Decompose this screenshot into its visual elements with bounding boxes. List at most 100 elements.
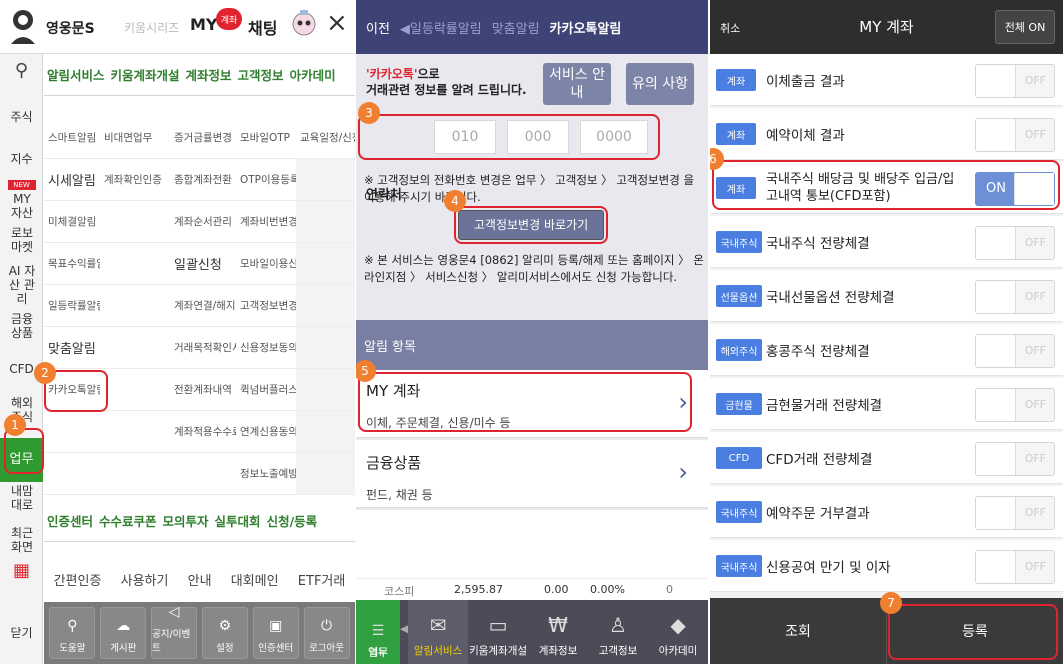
etf-trade[interactable]: ETF거래 xyxy=(298,570,346,589)
list-item-finance[interactable]: 금융상품 펀드, 채권 등 › xyxy=(356,440,708,508)
sidebar-item-ai[interactable]: AI 자산 관리 xyxy=(7,264,37,306)
topnav-chat[interactable]: 채팅 xyxy=(248,15,277,39)
grid-cell[interactable]: 계좌비번변경 xyxy=(236,201,296,243)
alarm-toggle[interactable]: OFF xyxy=(975,280,1055,314)
grid-cell[interactable]: 목표수익률알림 xyxy=(44,243,100,285)
nav-academy[interactable]: ◆ 아카데미 xyxy=(648,600,708,664)
grid-cell xyxy=(100,411,170,453)
toggle-knob xyxy=(976,443,1016,475)
grid-cell[interactable]: 맞춤알림 xyxy=(44,327,100,369)
alarm-toggle[interactable]: OFF xyxy=(975,550,1055,584)
sidebar-item-recent[interactable]: 최근 화면 xyxy=(7,526,37,554)
service-guide-button[interactable]: 서비스 안내 xyxy=(543,63,611,105)
grid-cell[interactable]: 거래목적확인서 xyxy=(170,327,236,369)
alarm-toggle[interactable]: OFF xyxy=(975,496,1055,530)
back-button[interactable]: 이전 xyxy=(366,18,390,37)
search-icon[interactable]: ⚲ xyxy=(0,62,43,80)
nav-account-info[interactable]: ₩ 계좌정보 xyxy=(528,600,588,664)
grid-icon[interactable]: ▦ xyxy=(0,562,43,580)
alarm-label: 이체출금 결과 xyxy=(766,74,845,90)
speaker-icon: ◁ xyxy=(168,604,180,620)
sidebar-item-close[interactable]: 닫기 xyxy=(0,626,43,640)
nav-customer-info[interactable]: ♙ 고객정보 xyxy=(588,600,648,664)
guide[interactable]: 안내 xyxy=(188,570,212,589)
grid-cell[interactable]: 계좌순서관리 xyxy=(170,201,236,243)
alarm-toggle[interactable]: OFF xyxy=(975,118,1055,152)
grid-cell[interactable]: 계좌확인인증 xyxy=(100,159,170,201)
grid-cell[interactable]: 모바일이용신청 xyxy=(236,243,296,285)
alarm-toggle[interactable]: OFF xyxy=(975,64,1055,98)
all-on-button[interactable]: 전체 ON xyxy=(995,10,1055,44)
nav-account-open[interactable]: ▭ 키움계좌개설 xyxy=(468,600,528,664)
tab-alarm[interactable]: 알림서비스 xyxy=(44,65,108,84)
grid-cell[interactable]: 연계신용동의 xyxy=(236,411,296,453)
nav-alarm[interactable]: ✉ 알림서비스 xyxy=(408,600,469,664)
sidebar-item-custom[interactable]: 내맘 대로 xyxy=(7,484,37,512)
toggle-state: OFF xyxy=(1024,128,1046,141)
tab-mock[interactable]: 모의투자 xyxy=(160,511,212,530)
grid-cell[interactable]: 교육일정/신청 xyxy=(296,117,355,159)
alarm-row: 국내주식 예약주문 거부결과 OFF xyxy=(710,486,1063,538)
tab-apply[interactable]: 신청/등록 xyxy=(264,511,321,530)
alarm-row: 금현물 금현물거래 전량체결 OFF xyxy=(710,378,1063,430)
grid-cell[interactable]: 비대면업무 xyxy=(100,117,170,159)
grid-cell[interactable]: 스마트알림 xyxy=(44,117,100,159)
contest-main[interactable]: 대회메인 xyxy=(231,570,279,589)
grid-cell[interactable]: 일등락률알림 xyxy=(44,285,100,327)
tab-academy[interactable]: 아카데미 xyxy=(287,65,339,84)
grid-cell[interactable]: 시세알림 xyxy=(44,159,100,201)
board-button[interactable]: ☁ 게시판 xyxy=(100,607,147,659)
how-to-use[interactable]: 사용하기 xyxy=(121,570,169,589)
tab-kakao-alarm[interactable]: 카카오톡알림 xyxy=(550,18,622,37)
tab-coupon[interactable]: 수수료쿠폰 xyxy=(96,511,160,530)
sidebar-item-finance[interactable]: 금융 상품 xyxy=(7,312,37,340)
category-badge: 국내주식 xyxy=(716,501,762,523)
notice-button[interactable]: ◁ 공지/이벤트 xyxy=(151,604,198,659)
grid-cell[interactable]: 계좌적용수수료 xyxy=(170,411,236,453)
tab-cert[interactable]: 인증센터 xyxy=(44,511,96,530)
grid-cell[interactable]: 퀵넘버플러스 xyxy=(236,369,296,411)
grid-cell[interactable]: 일괄신청 xyxy=(170,243,236,285)
ticker-value: 2,595.87 xyxy=(454,583,503,596)
category-badge: CFD xyxy=(716,447,762,469)
grid-cell[interactable]: 고객정보변경 xyxy=(236,285,296,327)
grid-cell[interactable]: 증거금률변경 xyxy=(170,117,236,159)
grid-cell[interactable]: 전환계좌내역 xyxy=(170,369,236,411)
work-label: 업무 xyxy=(368,646,389,659)
grid-cell[interactable]: OTP이용등록 xyxy=(236,159,296,201)
nav-prev-icon[interactable]: ◀ xyxy=(400,600,408,664)
alarm-toggle[interactable]: OFF xyxy=(975,388,1055,422)
easy-cert[interactable]: 간편인증 xyxy=(54,570,102,589)
alarm-toggle[interactable]: OFF xyxy=(975,442,1055,476)
app-name[interactable]: 영웅문S xyxy=(46,18,95,38)
topnav-series[interactable]: 키움시리즈 xyxy=(124,19,179,36)
tab-custom-alarm[interactable]: 맞춤알림 xyxy=(492,18,540,37)
tab-customer-info[interactable]: 고객정보 xyxy=(235,65,287,84)
tab-account-info[interactable]: 계좌정보 xyxy=(183,65,235,84)
sidebar-item-my-asset[interactable]: MY 자산 xyxy=(7,192,37,220)
topnav-my[interactable]: MY xyxy=(190,15,218,34)
cert-center-button[interactable]: ▣ 인증센터 xyxy=(252,607,299,659)
sidebar-item-index[interactable]: 지수 xyxy=(0,152,43,166)
grid-cell[interactable]: 신용정보동의서 xyxy=(236,327,296,369)
sidebar-item-stock[interactable]: 주식 xyxy=(0,110,43,124)
alarm-label: 홍콩주식 전량체결 xyxy=(766,344,870,360)
alarm-toggle[interactable]: OFF xyxy=(975,226,1055,260)
grid-cell[interactable]: 정보노출예방 xyxy=(236,453,296,495)
grid-cell[interactable]: 종합계좌전환 xyxy=(170,159,236,201)
grid-cell[interactable]: 계좌연결/해지 xyxy=(170,285,236,327)
lookup-button[interactable]: 조회 xyxy=(710,598,887,664)
grid-cell[interactable]: 모바일OTP xyxy=(236,117,296,159)
logout-button[interactable]: ⏻ 로그아웃 xyxy=(303,607,350,659)
grid-cell[interactable]: 미체결알림 xyxy=(44,201,100,243)
help-button[interactable]: ⚲ 도움말 xyxy=(49,607,96,659)
sidebar-item-robo[interactable]: 로보 마켓 xyxy=(7,226,37,254)
close-icon[interactable]: × xyxy=(326,8,348,38)
tab-daily-rate[interactable]: ◀일등락률알림 xyxy=(400,18,482,37)
notice-button[interactable]: 유의 사항 xyxy=(626,63,694,105)
tab-contest[interactable]: 실투대회 xyxy=(212,511,264,530)
alarm-toggle[interactable]: OFF xyxy=(975,334,1055,368)
settings-button[interactable]: ⚙ 설정 xyxy=(201,607,248,659)
category-badge: 계좌 xyxy=(716,69,756,91)
tab-account-open[interactable]: 키움계좌개설 xyxy=(108,65,183,84)
